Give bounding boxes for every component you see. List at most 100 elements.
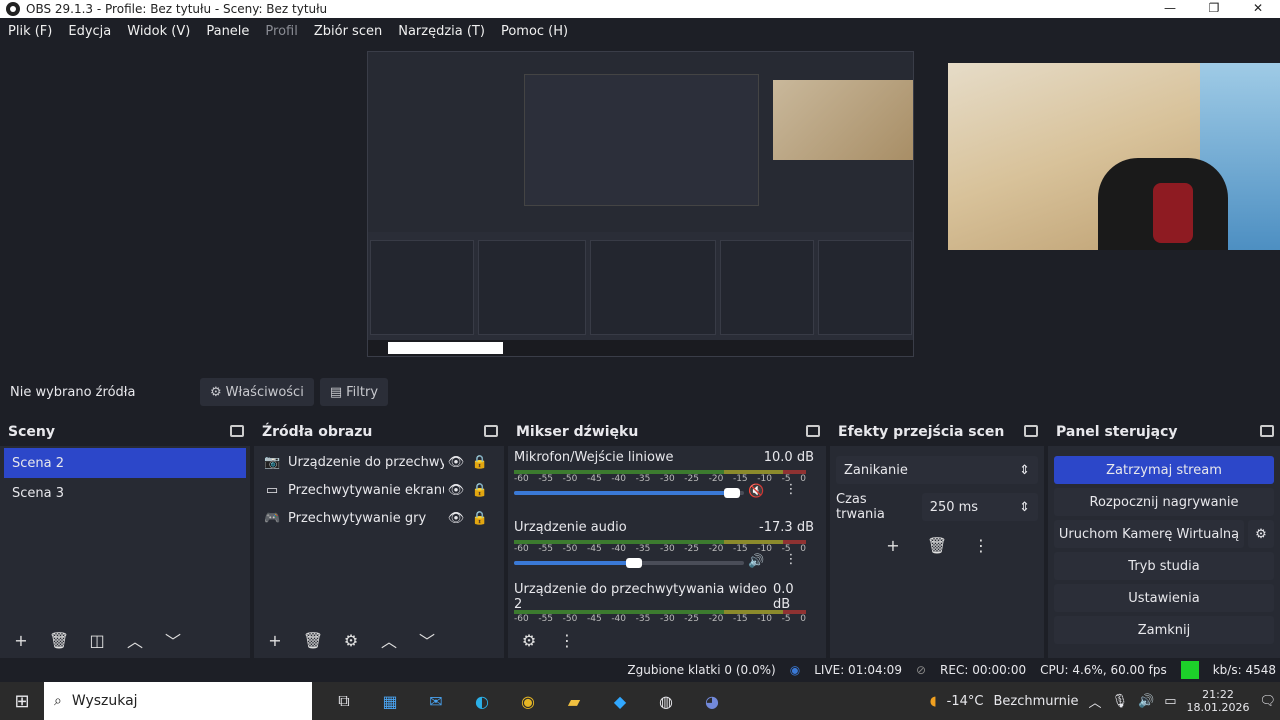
store-icon[interactable]: ▦ <box>372 686 408 716</box>
filters-button[interactable]: ▤ Filtry <box>319 378 389 406</box>
menu-scene-collection[interactable]: Zbiór scen <box>306 24 390 39</box>
nested-preview <box>524 74 759 206</box>
tick-label: -10 <box>757 544 772 554</box>
virtual-camera-gear-icon[interactable]: ⚙ <box>1248 520 1274 548</box>
weather-temp: -14°C <box>946 693 984 709</box>
obs-icon[interactable]: ◍ <box>648 686 684 716</box>
trash-icon[interactable]: 🗑 <box>922 532 952 558</box>
mixer-channel: Urządzenie audio -17.3 dB -60 -55 -50 -45 -4… <box>508 518 826 588</box>
volume-icon[interactable]: 🔊 <box>1138 694 1154 709</box>
menu-help[interactable]: Pomoc (H) <box>493 24 576 39</box>
muted-speaker-icon[interactable]: 🔇 <box>748 484 764 499</box>
tick-label: -55 <box>538 544 554 554</box>
properties-button[interactable]: ⚙ Właściwości <box>200 378 314 406</box>
undock-icon[interactable] <box>1260 425 1274 437</box>
add-icon[interactable]: + <box>878 532 908 558</box>
preview-area[interactable] <box>0 44 1280 370</box>
network-icon[interactable]: ▭ <box>1164 694 1176 709</box>
gear-icon[interactable]: ⚙ <box>336 627 366 653</box>
add-icon[interactable]: + <box>260 627 290 653</box>
up-arrow-icon[interactable]: ︿ <box>120 627 150 653</box>
weather-icon[interactable]: ◖ <box>930 694 937 709</box>
tick-label: -30 <box>659 544 675 554</box>
taskbar-search[interactable]: ⌕ Wyszukaj <box>44 682 312 720</box>
tick-label: -45 <box>586 614 602 622</box>
stop-stream-button[interactable]: Zatrzymaj stream <box>1054 456 1274 484</box>
up-arrow-icon[interactable]: ︿ <box>374 627 404 653</box>
microphone-icon[interactable]: 🎙 <box>1112 694 1129 709</box>
tick-label: -40 <box>611 614 627 622</box>
mixer-settings-icon[interactable]: ⚙ <box>514 627 544 653</box>
source-item[interactable]: ▭ Przechwytywanie ekranu 2 👁 🔒 <box>254 476 504 504</box>
edge-icon[interactable]: ◐ <box>464 686 500 716</box>
clock[interactable]: 21:22 18.01.2026 <box>1187 688 1250 714</box>
undock-icon[interactable] <box>806 425 820 437</box>
minimize-button[interactable]: — <box>1148 0 1192 18</box>
eye-icon[interactable]: 👁 <box>444 483 468 498</box>
scene-item[interactable]: Scena 2 <box>4 448 246 478</box>
title-bar: OBS 29.1.3 - Profile: Bez tytułu - Sceny… <box>0 0 1280 18</box>
undock-icon[interactable] <box>484 425 498 437</box>
filter-icon: ▤ <box>329 384 343 400</box>
photoshop-icon[interactable]: ◆ <box>602 686 638 716</box>
source-item[interactable]: 🎮 Przechwytywanie gry 👁 🔒 <box>254 504 504 532</box>
source-toolbar: Nie wybrano źródła ⚙ Właściwości ▤ Filtr… <box>0 370 1280 414</box>
discord-icon[interactable]: ◕ <box>694 686 730 716</box>
exit-button[interactable]: Zamknij <box>1054 616 1274 644</box>
duration-spinbox[interactable]: 250 ms ⇕ <box>921 493 1038 521</box>
studio-mode-button[interactable]: Tryb studia <box>1054 552 1274 580</box>
lock-icon[interactable]: 🔒 <box>468 455 492 470</box>
eye-icon[interactable]: 👁 <box>444 455 468 470</box>
down-arrow-icon[interactable]: ﹀ <box>412 627 442 653</box>
clock-time: 21:22 <box>1202 688 1234 701</box>
undock-icon[interactable] <box>230 425 244 437</box>
mail-icon[interactable]: ✉ <box>418 686 454 716</box>
menu-docks[interactable]: Panele <box>198 24 257 39</box>
lock-icon[interactable]: 🔒 <box>468 483 492 498</box>
menu-view[interactable]: Widok (V) <box>119 24 198 39</box>
more-icon[interactable]: ⋮ <box>782 482 800 497</box>
system-tray: ◖ -14°C Bezchmurnie ︿ 🎙 🔊 ▭ 21:22 18.01.… <box>930 682 1276 720</box>
menu-tools[interactable]: Narzędzia (T) <box>390 24 493 39</box>
tick-label: -20 <box>708 474 724 484</box>
mixer-dock: Mikser dźwięku Mikrofon/Wejście liniowe … <box>508 418 826 658</box>
notifications-icon[interactable]: 🗨 <box>1259 694 1276 709</box>
trash-icon[interactable]: 🗑 <box>298 627 328 653</box>
source-item[interactable]: 📷 Urządzenie do przechwytywania 👁 🔒 <box>254 448 504 476</box>
more-icon[interactable]: ⋮ <box>552 627 582 653</box>
nested-docks <box>368 232 913 342</box>
down-arrow-icon[interactable]: ﹀ <box>158 627 188 653</box>
windows-start-icon[interactable]: ⊞ <box>0 691 44 712</box>
channel-name: Urządzenie do przechwytywania wideo 2 <box>514 582 767 612</box>
undock-icon[interactable] <box>1024 425 1038 437</box>
start-recording-button[interactable]: Rozpocznij nagrywanie <box>1054 488 1274 516</box>
folder-icon[interactable]: ▰ <box>556 686 592 716</box>
scene-item[interactable]: Scena 3 <box>4 478 246 508</box>
task-view-icon[interactable]: ⧉ <box>326 686 362 716</box>
transition-select[interactable]: Zanikanie ⇕ <box>836 456 1038 484</box>
tick-label: -25 <box>684 614 699 622</box>
rec-indicator-icon: ⊘ <box>915 663 927 677</box>
close-button[interactable]: ✕ <box>1236 0 1280 18</box>
more-icon[interactable]: ⋮ <box>782 552 800 567</box>
volume-slider[interactable] <box>514 488 744 498</box>
eye-icon[interactable]: 👁 <box>444 511 468 526</box>
virtual-camera-button[interactable]: Uruchom Kamerę Wirtualną <box>1054 520 1244 548</box>
menu-edit[interactable]: Edycja <box>60 24 119 39</box>
scene-filters-icon[interactable]: ◫ <box>82 627 112 653</box>
transitions-dock: Efekty przejścia scen Zanikanie ⇕ Czas t… <box>830 418 1044 658</box>
lock-icon[interactable]: 🔒 <box>468 511 492 526</box>
menu-file[interactable]: Plik (F) <box>0 24 60 39</box>
add-icon[interactable]: + <box>6 627 36 653</box>
status-bar: Zgubione klatki 0 (0.0%) ◉ LIVE: 01:04:0… <box>0 658 1280 682</box>
more-icon[interactable]: ⋮ <box>966 532 996 558</box>
maximize-button[interactable]: ❐ <box>1192 0 1236 18</box>
volume-slider[interactable] <box>514 558 744 568</box>
chrome-icon[interactable]: ◉ <box>510 686 546 716</box>
chevron-up-icon[interactable]: ︿ <box>1088 692 1101 711</box>
speaker-icon[interactable]: 🔊 <box>748 554 764 569</box>
trash-icon[interactable]: 🗑 <box>44 627 74 653</box>
spin-icon[interactable]: ⇕ <box>1019 500 1030 515</box>
settings-button[interactable]: Ustawienia <box>1054 584 1274 612</box>
clock-date: 18.01.2026 <box>1186 701 1250 714</box>
